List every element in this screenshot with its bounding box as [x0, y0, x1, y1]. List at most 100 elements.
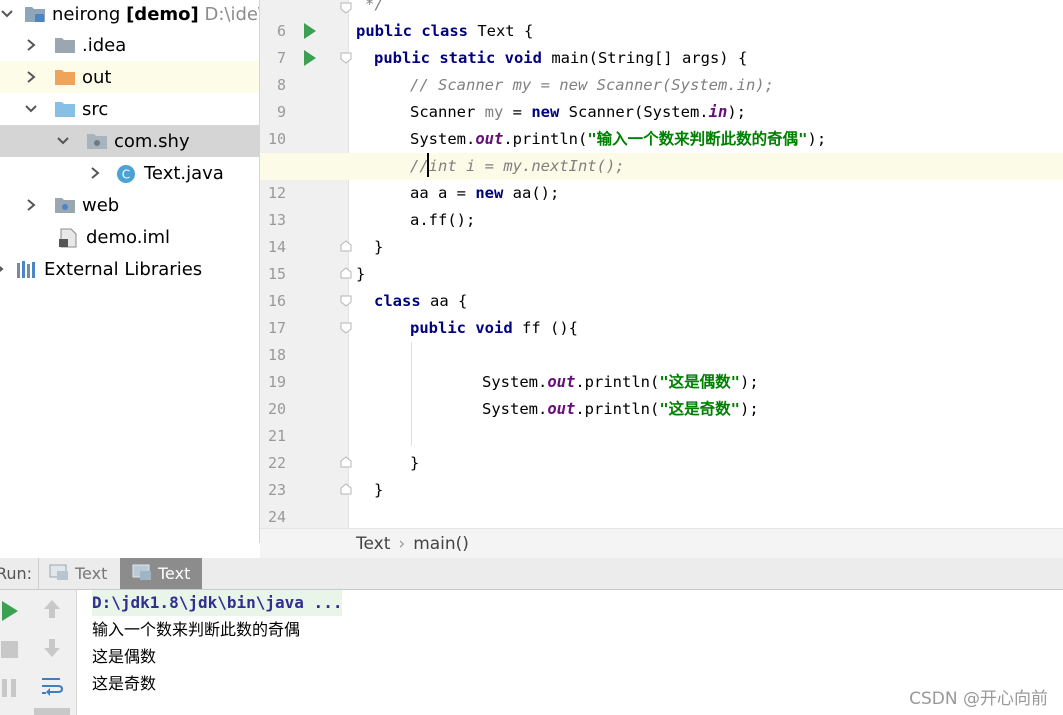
- code-line-24[interactable]: 24 }: [260, 477, 1063, 526]
- fold-marker-icon[interactable]: [340, 52, 352, 64]
- tree-row-project-root[interactable]: neirong [demo] D:\ide\: [0, 0, 259, 30]
- tree-label-out: out: [82, 66, 112, 88]
- code-line-12-current[interactable]: 12 //int i = my.nextInt();: [260, 153, 1063, 202]
- code-line-19[interactable]: 19: [260, 342, 1063, 391]
- fold-marker-icon[interactable]: [340, 2, 352, 14]
- tree-label-external-libraries: External Libraries: [44, 258, 203, 280]
- code-keyword: new: [475, 184, 504, 202]
- chevron-right-icon[interactable]: [24, 38, 38, 52]
- tree-row-out[interactable]: out: [0, 61, 259, 93]
- code-line-14[interactable]: 14 a.ff();: [260, 207, 1063, 256]
- code-line-23[interactable]: 23 }: [260, 450, 1063, 499]
- code-line-6[interactable]: 6 */: [260, 0, 1063, 40]
- code-text: aa();: [503, 184, 560, 202]
- folder-icon: [54, 36, 76, 54]
- code-line-10[interactable]: 10 Scanner my = new Scanner(System.in);: [260, 99, 1063, 148]
- run-class-icon[interactable]: [304, 23, 316, 39]
- fold-marker-icon[interactable]: [340, 267, 352, 279]
- code-line-7[interactable]: 7 public class Text {: [260, 18, 1063, 67]
- tree-row-idea[interactable]: .idea: [0, 29, 259, 61]
- code-editor[interactable]: 6 */ 7 public class Text { 8 public stat…: [260, 0, 1063, 528]
- code-text: .println(: [575, 373, 660, 391]
- tree-row-com-shy[interactable]: com.shy: [0, 125, 259, 157]
- tree-label-demo-iml: demo.iml: [86, 226, 170, 248]
- console-output-line: 这是奇数: [92, 674, 157, 693]
- code-text: =: [503, 103, 532, 121]
- scroll-to-end-icon[interactable]: [34, 708, 70, 715]
- fold-marker-icon[interactable]: [340, 295, 352, 307]
- code-string: "这是偶数": [659, 373, 740, 391]
- chevron-down-icon[interactable]: [0, 7, 14, 21]
- code-field: out: [547, 400, 576, 418]
- console-icon: [49, 563, 69, 585]
- soft-wrap-icon[interactable]: [40, 675, 64, 697]
- code-text: }: [410, 454, 420, 472]
- code-line-11[interactable]: 11 System.out.println("输入一个数来判断此数的奇偶");: [260, 126, 1063, 175]
- fold-marker-icon[interactable]: [340, 483, 352, 495]
- code-line-20[interactable]: 20 System.out.println("这是偶数");: [260, 369, 1063, 418]
- tree-row-text-java[interactable]: C Text.java: [0, 157, 259, 189]
- tree-row-web[interactable]: web: [0, 189, 259, 221]
- tree-row-external-libraries[interactable]: External Libraries: [0, 253, 259, 285]
- code-variable: my: [484, 103, 504, 121]
- package-icon: [86, 132, 108, 150]
- fold-marker-icon[interactable]: [340, 240, 352, 252]
- libraries-icon: [16, 260, 38, 278]
- fold-marker-icon[interactable]: [340, 322, 352, 334]
- module-folder-icon: [24, 5, 46, 23]
- code-text: a.ff();: [410, 211, 476, 229]
- chevron-right-icon[interactable]: [24, 198, 38, 212]
- stop-icon[interactable]: [0, 640, 20, 660]
- run-tab-label: Text: [75, 564, 108, 583]
- code-text: }: [374, 238, 384, 256]
- code-line-17[interactable]: 17 class aa {: [260, 288, 1063, 337]
- run-tab-bar: Run: Text Text: [0, 558, 1063, 590]
- project-tool-window: neirong [demo] D:\ide\ .idea out src com…: [0, 0, 260, 543]
- tree-row-src[interactable]: src: [0, 93, 259, 125]
- pause-icon[interactable]: [0, 678, 20, 698]
- code-line-18[interactable]: 18 public void ff (){: [260, 315, 1063, 364]
- arrow-up-icon[interactable]: [42, 598, 62, 620]
- run-main-icon[interactable]: [304, 50, 316, 66]
- code-string: "输入一个数来判断此数的奇偶": [587, 130, 808, 148]
- code-field: out: [547, 373, 576, 391]
- code-text: ff (){: [512, 319, 578, 337]
- console-command-line[interactable]: D:\jdk1.8\jdk\bin\java ...: [92, 590, 343, 616]
- code-line-13[interactable]: 13 aa a = new aa();: [260, 180, 1063, 229]
- svg-text:C: C: [122, 168, 130, 182]
- code-line-22[interactable]: 22: [260, 423, 1063, 472]
- arrow-down-icon[interactable]: [42, 637, 62, 659]
- tree-row-demo-iml[interactable]: demo.iml: [0, 221, 259, 253]
- tree-label-idea: .idea: [82, 34, 127, 56]
- code-comment: //int i = my.nextInt();: [410, 157, 625, 175]
- chevron-right-icon[interactable]: [24, 70, 38, 84]
- code-text: );: [740, 373, 759, 391]
- breadcrumb-class[interactable]: Text: [356, 534, 390, 554]
- code-comment: // Scanner my = new Scanner(System.in);: [410, 76, 774, 94]
- code-line-25[interactable]: 25: [260, 504, 1063, 528]
- chevron-right-icon[interactable]: [0, 262, 6, 276]
- rerun-icon[interactable]: [0, 600, 20, 622]
- code-line-16[interactable]: 16 }: [260, 261, 1063, 310]
- code-line-9[interactable]: 9 // Scanner my = new Scanner(System.in)…: [260, 72, 1063, 121]
- code-text: );: [807, 130, 827, 148]
- fold-marker-icon[interactable]: [340, 456, 352, 468]
- code-text: System.: [410, 130, 476, 148]
- chevron-down-icon[interactable]: [56, 134, 70, 148]
- code-line-8[interactable]: 8 public static void main(String[] args)…: [260, 45, 1063, 94]
- tree-label-com-shy: com.shy: [114, 130, 190, 152]
- code-text: Text {: [467, 22, 534, 40]
- run-toolbar: [0, 590, 77, 715]
- code-field: out: [475, 130, 504, 148]
- code-string: "这是奇数": [659, 400, 740, 418]
- code-line-21[interactable]: 21 System.out.println("这是奇数");: [260, 396, 1063, 445]
- run-tab-label: Text: [158, 564, 191, 583]
- code-line-15[interactable]: 15 }: [260, 234, 1063, 283]
- code-text: );: [727, 103, 746, 121]
- chevron-down-icon[interactable]: [24, 102, 38, 116]
- chevron-right-icon[interactable]: [88, 166, 102, 180]
- breadcrumb-method[interactable]: main(): [413, 534, 469, 554]
- run-tab-text-1[interactable]: Text: [38, 558, 119, 589]
- run-tab-text-2-active[interactable]: Text: [120, 558, 202, 589]
- tree-label-web: web: [82, 194, 120, 216]
